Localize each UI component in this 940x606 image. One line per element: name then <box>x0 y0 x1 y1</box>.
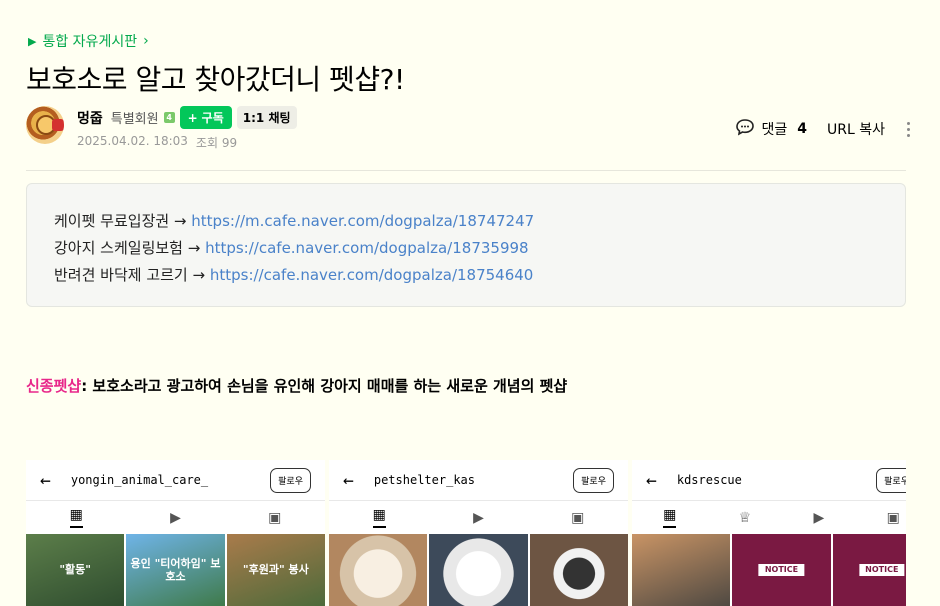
follow-button: 팔로우 <box>876 467 906 493</box>
quote-link[interactable]: https://m.cafe.naver.com/dogpalza/187472… <box>191 212 534 230</box>
plus-icon: + <box>187 110 198 125</box>
puppy-thumbnail <box>329 534 428 606</box>
quote-line: 반려견 바닥제 고르기 → https://cafe.naver.com/dog… <box>54 262 878 289</box>
quote-line: 강아지 스케일링보험 → https://cafe.naver.com/dogp… <box>54 235 878 262</box>
link-quote-box: 케이펫 무료입장권 → https://m.cafe.naver.com/dog… <box>26 183 906 307</box>
quote-text: 강아지 스케일링보험 → <box>54 239 206 257</box>
url-copy-button[interactable]: URL 복사 <box>827 119 885 139</box>
comments-label[interactable]: 댓글 <box>761 119 787 139</box>
post-date: 2025.04.02. 18:03 <box>77 134 188 148</box>
author-nick[interactable]: 멍줍 <box>77 108 103 128</box>
follow-button: 팔로우 <box>573 467 614 493</box>
subscribe-label: 구독 <box>201 111 224 125</box>
tagged-icon: ▣ <box>268 509 282 526</box>
quote-line: 케이펫 무료입장권 → https://m.cafe.naver.com/dog… <box>54 208 878 235</box>
comments-count: 4 <box>797 121 807 137</box>
grid-icon: ▦ <box>69 507 83 528</box>
board-label: 통합 자유게시판 <box>42 34 138 50</box>
post-actions: 댓글 4 URL 복사 <box>735 118 910 140</box>
instagram-screenshot: ← kdsrescue 팔로우 ▦ ♕ ▶ ▣ NOTICE NOTICE <box>632 460 906 606</box>
avatar-badge-icon <box>52 119 64 131</box>
reels-icon: ▶ <box>473 509 484 526</box>
account-name: kdsrescue <box>676 473 742 487</box>
back-arrow-icon: ← <box>646 469 657 491</box>
chevron-right-icon: › <box>143 33 149 49</box>
grade-level-icon: 4 <box>163 112 175 123</box>
account-name: petshelter_kas <box>373 473 475 487</box>
headline-text: : 보호소라고 광고하여 손님을 유인해 강아지 매매를 하는 새로운 개념의 … <box>81 377 568 395</box>
play-arrow-icon: ▶ <box>28 34 37 48</box>
post-thumbnail: "활동" <box>26 534 125 606</box>
notice-thumbnail: NOTICE <box>732 534 831 606</box>
screenshot-strip[interactable]: ← yongin_animal_care_ 팔로우 ▦ ▶ ▣ "활동" 용인 … <box>26 460 906 606</box>
comment-icon[interactable] <box>735 118 755 140</box>
grid-icon: ▦ <box>663 507 677 528</box>
tagged-icon: ▣ <box>886 509 900 526</box>
quote-link[interactable]: https://cafe.naver.com/dogpalza/18735998 <box>205 239 529 257</box>
notice-tag: NOTICE <box>859 564 905 576</box>
more-options-icon[interactable] <box>907 121 910 137</box>
grid-icon: ▦ <box>372 507 386 528</box>
author-row: 멍줍 특별회원 4 + 구독 1:1 채팅 <box>77 106 297 129</box>
notice-tag: NOTICE <box>758 564 805 576</box>
reels-icon: ▶ <box>813 509 825 526</box>
tagged-icon: ▣ <box>571 509 585 526</box>
notice-thumbnail: NOTICE <box>832 534 906 606</box>
headline-highlight: 신종펫샵 <box>26 377 82 395</box>
post-meta: 2025.04.02. 18:03 조회 99 <box>77 134 237 151</box>
quote-text: 반려견 바닥제 고르기 → <box>54 266 210 284</box>
puppy-thumbnail <box>429 534 528 606</box>
board-link[interactable]: ▶ 통합 자유게시판 › <box>28 31 149 51</box>
quote-text: 케이펫 무료입장권 → <box>54 212 192 230</box>
post-views: 조회 99 <box>195 136 238 150</box>
instagram-screenshot: ← petshelter_kas 팔로우 ▦ ▶ ▣ <box>329 460 628 606</box>
avatar[interactable] <box>26 106 64 144</box>
post-thumbnail: 용인 "티어하임" 보호소 <box>126 534 225 606</box>
post-thumbnail: "후원과" 봉사 <box>226 534 325 606</box>
shop-icon: ♕ <box>738 509 752 526</box>
author-grade: 특별회원 <box>110 112 159 127</box>
subscribe-button[interactable]: + 구독 <box>179 106 232 129</box>
headline: 신종펫샵: 보호소라고 광고하여 손님을 유인해 강아지 매매를 하는 새로운 … <box>26 375 567 396</box>
account-name: yongin_animal_care_ <box>70 473 209 487</box>
dog-thumbnail <box>632 534 731 606</box>
quote-link[interactable]: https://cafe.naver.com/dogpalza/18754640 <box>210 266 534 284</box>
follow-button: 팔로우 <box>270 467 311 493</box>
divider <box>26 170 906 171</box>
instagram-screenshot: ← yongin_animal_care_ 팔로우 ▦ ▶ ▣ "활동" 용인 … <box>26 460 325 606</box>
back-arrow-icon: ← <box>40 469 51 491</box>
chat-button[interactable]: 1:1 채팅 <box>236 106 297 129</box>
back-arrow-icon: ← <box>343 469 354 491</box>
puppy-thumbnail <box>529 534 628 606</box>
post-title: 보호소로 알고 찾아갔더니 펫샵?! <box>26 63 405 96</box>
reels-icon: ▶ <box>170 509 181 526</box>
